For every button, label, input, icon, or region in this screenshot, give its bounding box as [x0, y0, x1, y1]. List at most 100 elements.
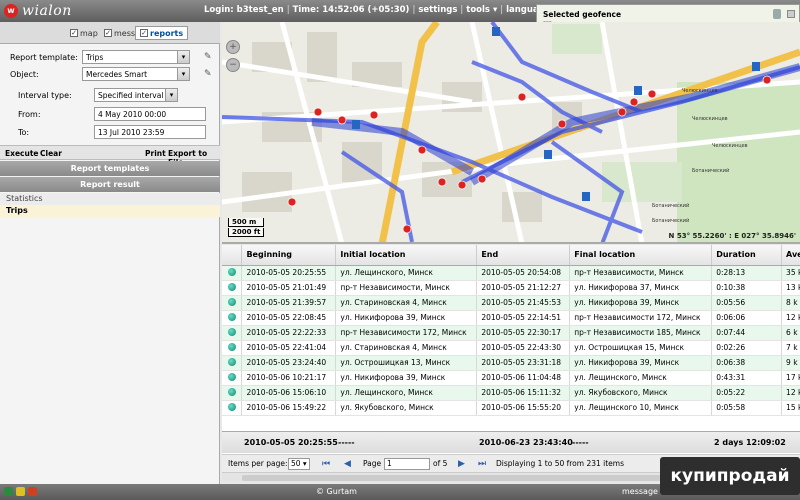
lock-icon[interactable]: [773, 9, 781, 19]
top-info: Login: b3test_en | Time: 14:52:06 (+05:3…: [204, 5, 564, 15]
items-per-page-label: Items per page:: [228, 459, 288, 468]
row-status-icon: [222, 280, 243, 296]
close-icon[interactable]: [787, 10, 795, 18]
cell-beginning: 2010-05-05 22:22:33: [241, 325, 337, 341]
svg-text:Челюскинцев: Челюскинцев: [682, 88, 718, 94]
tab-reports[interactable]: ✓ reports: [135, 26, 189, 40]
cell-final-location: ул. Никифорова 37, Минск: [569, 280, 713, 296]
watermark-logo: купипродай: [660, 457, 800, 495]
messages-checkbox[interactable]: ✓: [104, 29, 112, 37]
cell-beginning: 2010-05-06 10:21:17: [241, 370, 337, 386]
cell-avg: 12 k: [781, 310, 800, 326]
prev-page-icon[interactable]: ◀: [344, 459, 351, 469]
cell-final-location: ул. Никифорова 39, Минск: [569, 295, 713, 311]
chevron-down-icon[interactable]: ▾: [165, 89, 177, 101]
map-view[interactable]: Челюскинцев Челюскинцев Челюскинцев Ботани…: [222, 22, 800, 244]
cell-end: 2010-05-05 22:14:51: [476, 310, 571, 326]
menu-tools[interactable]: tools ▾: [466, 5, 497, 15]
trip-icon: [228, 357, 236, 366]
table-row[interactable]: 2010-05-05 21:39:57 ул. Стариновская 4, М…: [222, 295, 800, 311]
cell-avg: 35 k: [781, 265, 800, 281]
trip-icon: [228, 327, 236, 336]
wialon-logo: w wialon: [4, 3, 72, 19]
object-select[interactable]: Mercedes Smart ▾: [82, 67, 190, 81]
cell-initial-location: ул. Лещинского, Минск: [335, 385, 478, 401]
execute-button[interactable]: Execute: [5, 149, 39, 158]
tab-reports-label: reports: [150, 28, 184, 38]
table-row[interactable]: 2010-05-05 22:41:04 ул. Стариновская 4, М…: [222, 340, 800, 356]
result-item-statistics[interactable]: Statistics: [0, 193, 220, 205]
scroll-thumb[interactable]: [242, 475, 662, 481]
report-result-bar[interactable]: Report result: [0, 177, 220, 192]
map-canvas[interactable]: Челюскинцев Челюскинцев Челюскинцев Ботани…: [222, 22, 800, 244]
row-status-icon: [222, 310, 243, 326]
cell-initial-location: ул. Острошицкая 13, Минск: [335, 355, 478, 371]
zoom-in-icon[interactable]: +: [226, 40, 240, 54]
print-button[interactable]: Print: [145, 149, 166, 158]
first-page-icon[interactable]: ⏮: [322, 459, 330, 469]
map-checkbox[interactable]: ✓: [70, 29, 78, 37]
from-input[interactable]: 4 May 2010 00:00: [94, 107, 206, 121]
col-initial-location[interactable]: Initial location: [335, 245, 478, 266]
cell-avg: 7 k: [781, 340, 800, 356]
col-icon: [222, 245, 243, 266]
svg-text:Ботанический: Ботанический: [652, 217, 689, 224]
wrench-icon[interactable]: ✎: [204, 52, 214, 62]
col-avg[interactable]: Ave: [781, 245, 800, 266]
cell-duration: 0:28:13: [711, 265, 783, 281]
col-beginning[interactable]: Beginning: [241, 245, 337, 266]
row-status-icon: [222, 295, 243, 311]
result-item-trips[interactable]: Trips: [0, 205, 220, 217]
clear-button[interactable]: Clear: [40, 149, 62, 158]
col-final-location[interactable]: Final location: [569, 245, 713, 266]
items-per-page-select[interactable]: 50 ▾: [288, 458, 310, 470]
last-page-icon[interactable]: ⏭: [478, 459, 486, 469]
cell-avg: 9 k: [781, 355, 800, 371]
table-row[interactable]: 2010-05-05 21:01:49 пр-т Независимости, М…: [222, 280, 800, 296]
interval-select[interactable]: Specified interval ▾: [94, 88, 178, 102]
next-page-icon[interactable]: ▶: [458, 459, 465, 469]
col-duration[interactable]: Duration: [711, 245, 783, 266]
page-label: Page: [363, 459, 382, 468]
online-icon[interactable]: [4, 487, 13, 496]
cell-end: 2010-05-05 23:31:18: [476, 355, 571, 371]
trip-icon: [228, 297, 236, 306]
page-input[interactable]: 1: [384, 458, 430, 470]
table-row[interactable]: 2010-05-05 22:22:33 пр-т Независимости 17…: [222, 325, 800, 341]
total-end: 2010-06-23 23:43:40: [479, 438, 573, 447]
reports-checkbox[interactable]: ✓: [140, 29, 148, 37]
chevron-down-icon[interactable]: ▾: [177, 68, 189, 80]
row-status-icon: [222, 370, 243, 386]
table-row[interactable]: 2010-05-06 15:49:22 ул. Якубовского, Минс…: [222, 400, 800, 416]
cell-final-location: пр-т Независимости, Минск: [569, 265, 713, 281]
menu-settings[interactable]: settings: [418, 5, 457, 15]
table-row[interactable]: 2010-05-06 15:06:10 ул. Лещинского, Минск…: [222, 385, 800, 401]
chevron-down-icon[interactable]: ▾: [177, 51, 189, 63]
col-end[interactable]: End: [476, 245, 571, 266]
table-row[interactable]: 2010-05-05 22:08:45 ул. Никифорова 39, Ми…: [222, 310, 800, 326]
to-label: To:: [18, 128, 30, 137]
left-panel: ✓ map ✓ messages ✓ reports Report templa…: [0, 22, 220, 484]
trip-icon: [228, 342, 236, 351]
zoom-out-icon[interactable]: −: [226, 58, 240, 72]
report-templates-bar[interactable]: Report templates: [0, 161, 220, 176]
table-row[interactable]: 2010-05-06 10:21:17 ул. Никифорова 39, Ми…: [222, 370, 800, 386]
trip-icon: [228, 267, 236, 276]
template-select[interactable]: Trips ▾: [82, 50, 190, 64]
cell-final-location: ул. Лещинского, Минск: [569, 370, 713, 386]
cell-duration: 0:06:38: [711, 355, 783, 371]
cell-duration: 0:02:26: [711, 340, 783, 356]
svg-text:Ботанический: Ботанический: [692, 167, 729, 174]
scale-meters: 500 m: [228, 218, 265, 227]
alert-icon[interactable]: [28, 487, 37, 496]
tab-map[interactable]: ✓ map: [70, 27, 98, 39]
messages-status[interactable]: message: [622, 487, 658, 496]
trip-icon: [228, 372, 236, 381]
table-row[interactable]: 2010-05-05 20:25:55 ул. Лещинского, Минск…: [222, 265, 800, 281]
cell-duration: 0:05:22: [711, 385, 783, 401]
table-row[interactable]: 2010-05-05 23:24:40 ул. Острошицкая 13, М…: [222, 355, 800, 371]
wrench-icon[interactable]: ✎: [204, 69, 214, 79]
notification-icon[interactable]: [16, 487, 25, 496]
object-label: Object:: [10, 70, 39, 79]
to-input[interactable]: 13 Jul 2010 23:59: [94, 125, 206, 139]
